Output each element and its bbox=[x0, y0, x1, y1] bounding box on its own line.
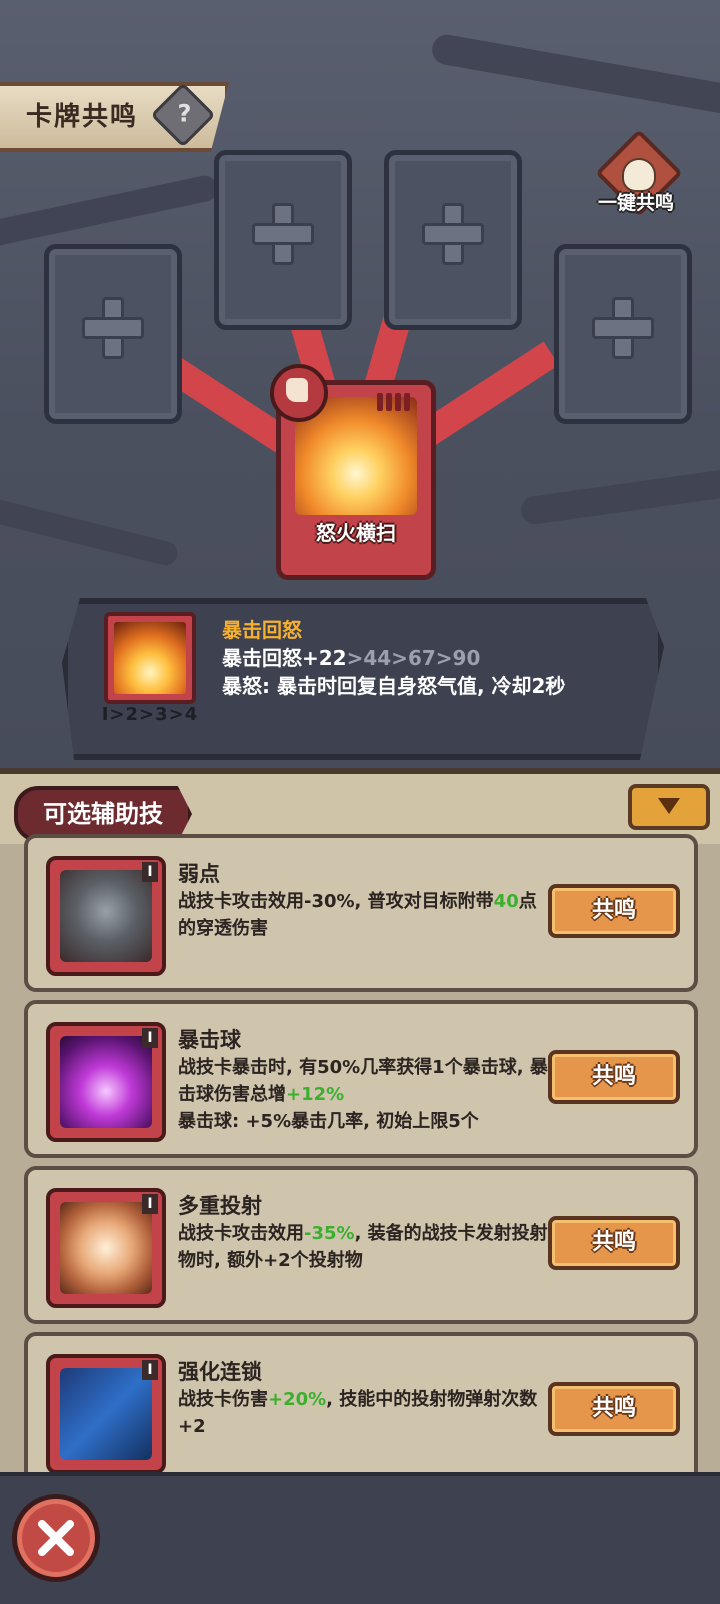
empty-card-slot[interactable] bbox=[44, 244, 182, 424]
skill-name: 多重投射 bbox=[178, 1194, 262, 1218]
explosion-icon bbox=[114, 622, 186, 694]
skill-icon-frame: I bbox=[46, 1022, 166, 1142]
skill-name: 弱点 bbox=[178, 862, 220, 886]
main-card-name: 怒火横扫 bbox=[316, 521, 396, 545]
empty-card-slot[interactable] bbox=[214, 150, 352, 330]
close-button[interactable] bbox=[12, 1494, 100, 1582]
crit-rage-skill-icon bbox=[104, 612, 196, 704]
close-icon bbox=[38, 1520, 74, 1556]
skill-description: 战技卡暴击时, 有50%几率获得1个暴击球, 暴击球伤害总增+12% 暴击球: +… bbox=[178, 1057, 548, 1132]
drawer-title: 可选辅助技 bbox=[43, 800, 163, 828]
question-icon: ? bbox=[177, 99, 192, 128]
purple-orb-icon bbox=[60, 1036, 152, 1128]
broken-shield-icon bbox=[60, 870, 152, 962]
skill-level: I bbox=[142, 862, 158, 882]
multi-projectile-icon bbox=[60, 1202, 152, 1294]
fist-badge-icon bbox=[270, 364, 328, 422]
info-description: 暴怒: 暴击时回复自身怒气值, 冷却2秒 bbox=[222, 674, 566, 698]
page-title: 卡牌共鸣 bbox=[26, 102, 139, 132]
skill-icon-frame: I bbox=[46, 856, 166, 976]
chevron-down-icon bbox=[658, 798, 680, 814]
stone-crack bbox=[519, 462, 720, 526]
resonate-button[interactable]: 共鸣 bbox=[548, 884, 680, 938]
skill-description: 战技卡攻击效用-35%, 装备的战技卡发射投射物时, 额外+2个投射物 bbox=[178, 1223, 548, 1271]
collapse-button[interactable] bbox=[628, 784, 710, 830]
skill-name: 强化连锁 bbox=[178, 1360, 262, 1384]
stone-crack bbox=[0, 173, 220, 253]
skill-level-progression: I>2>3>4 bbox=[101, 704, 199, 725]
skill-level: I bbox=[142, 1360, 158, 1380]
resonate-button[interactable]: 共鸣 bbox=[548, 1216, 680, 1270]
stone-crack bbox=[0, 496, 180, 568]
skill-description: 战技卡伤害+20%, 技能中的投射物弹射次数+2 bbox=[178, 1389, 538, 1437]
chain-arrow-icon bbox=[60, 1368, 152, 1460]
skill-description: 战技卡攻击效用-30%, 普攻对目标附带40点的穿透伤害 bbox=[178, 891, 537, 939]
hand-icon bbox=[622, 158, 656, 192]
card-energy-bars bbox=[377, 393, 421, 413]
skill-row-crit-orb[interactable]: I 暴击球 战技卡暴击时, 有50%几率获得1个暴击球, 暴击球伤害总增+12%… bbox=[24, 1000, 698, 1158]
skill-level: I bbox=[142, 1194, 158, 1214]
one-key-resonance-label: 一键共鸣 bbox=[597, 192, 674, 214]
info-stat-line: 暴击回怒+22>44>67>90 bbox=[222, 646, 481, 670]
resonate-button[interactable]: 共鸣 bbox=[548, 1050, 680, 1104]
skill-name: 暴击球 bbox=[178, 1028, 241, 1052]
info-title: 暴击回怒 bbox=[222, 618, 302, 642]
skill-row-chain-boost[interactable]: I 强化连锁 战技卡伤害+20%, 技能中的投射物弹射次数+2 共鸣 bbox=[24, 1332, 698, 1490]
stone-crack bbox=[429, 32, 720, 118]
bottom-bar bbox=[0, 1472, 720, 1604]
support-skill-drawer: 可选辅助技 I 弱点 战技卡攻击效用-30%, 普攻对目标附带40点的穿透伤害 … bbox=[0, 768, 720, 1490]
empty-card-slot[interactable] bbox=[384, 150, 522, 330]
skill-row-multi-projectile[interactable]: I 多重投射 战技卡攻击效用-35%, 装备的战技卡发射投射物时, 额外+2个投… bbox=[24, 1166, 698, 1324]
skill-icon-frame: I bbox=[46, 1354, 166, 1474]
resonate-button[interactable]: 共鸣 bbox=[548, 1382, 680, 1436]
skill-level: I bbox=[142, 1028, 158, 1048]
empty-card-slot[interactable] bbox=[554, 244, 692, 424]
skill-row-weakness[interactable]: I 弱点 战技卡攻击效用-30%, 普攻对目标附带40点的穿透伤害 共鸣 bbox=[24, 834, 698, 992]
skill-icon-frame: I bbox=[46, 1188, 166, 1308]
